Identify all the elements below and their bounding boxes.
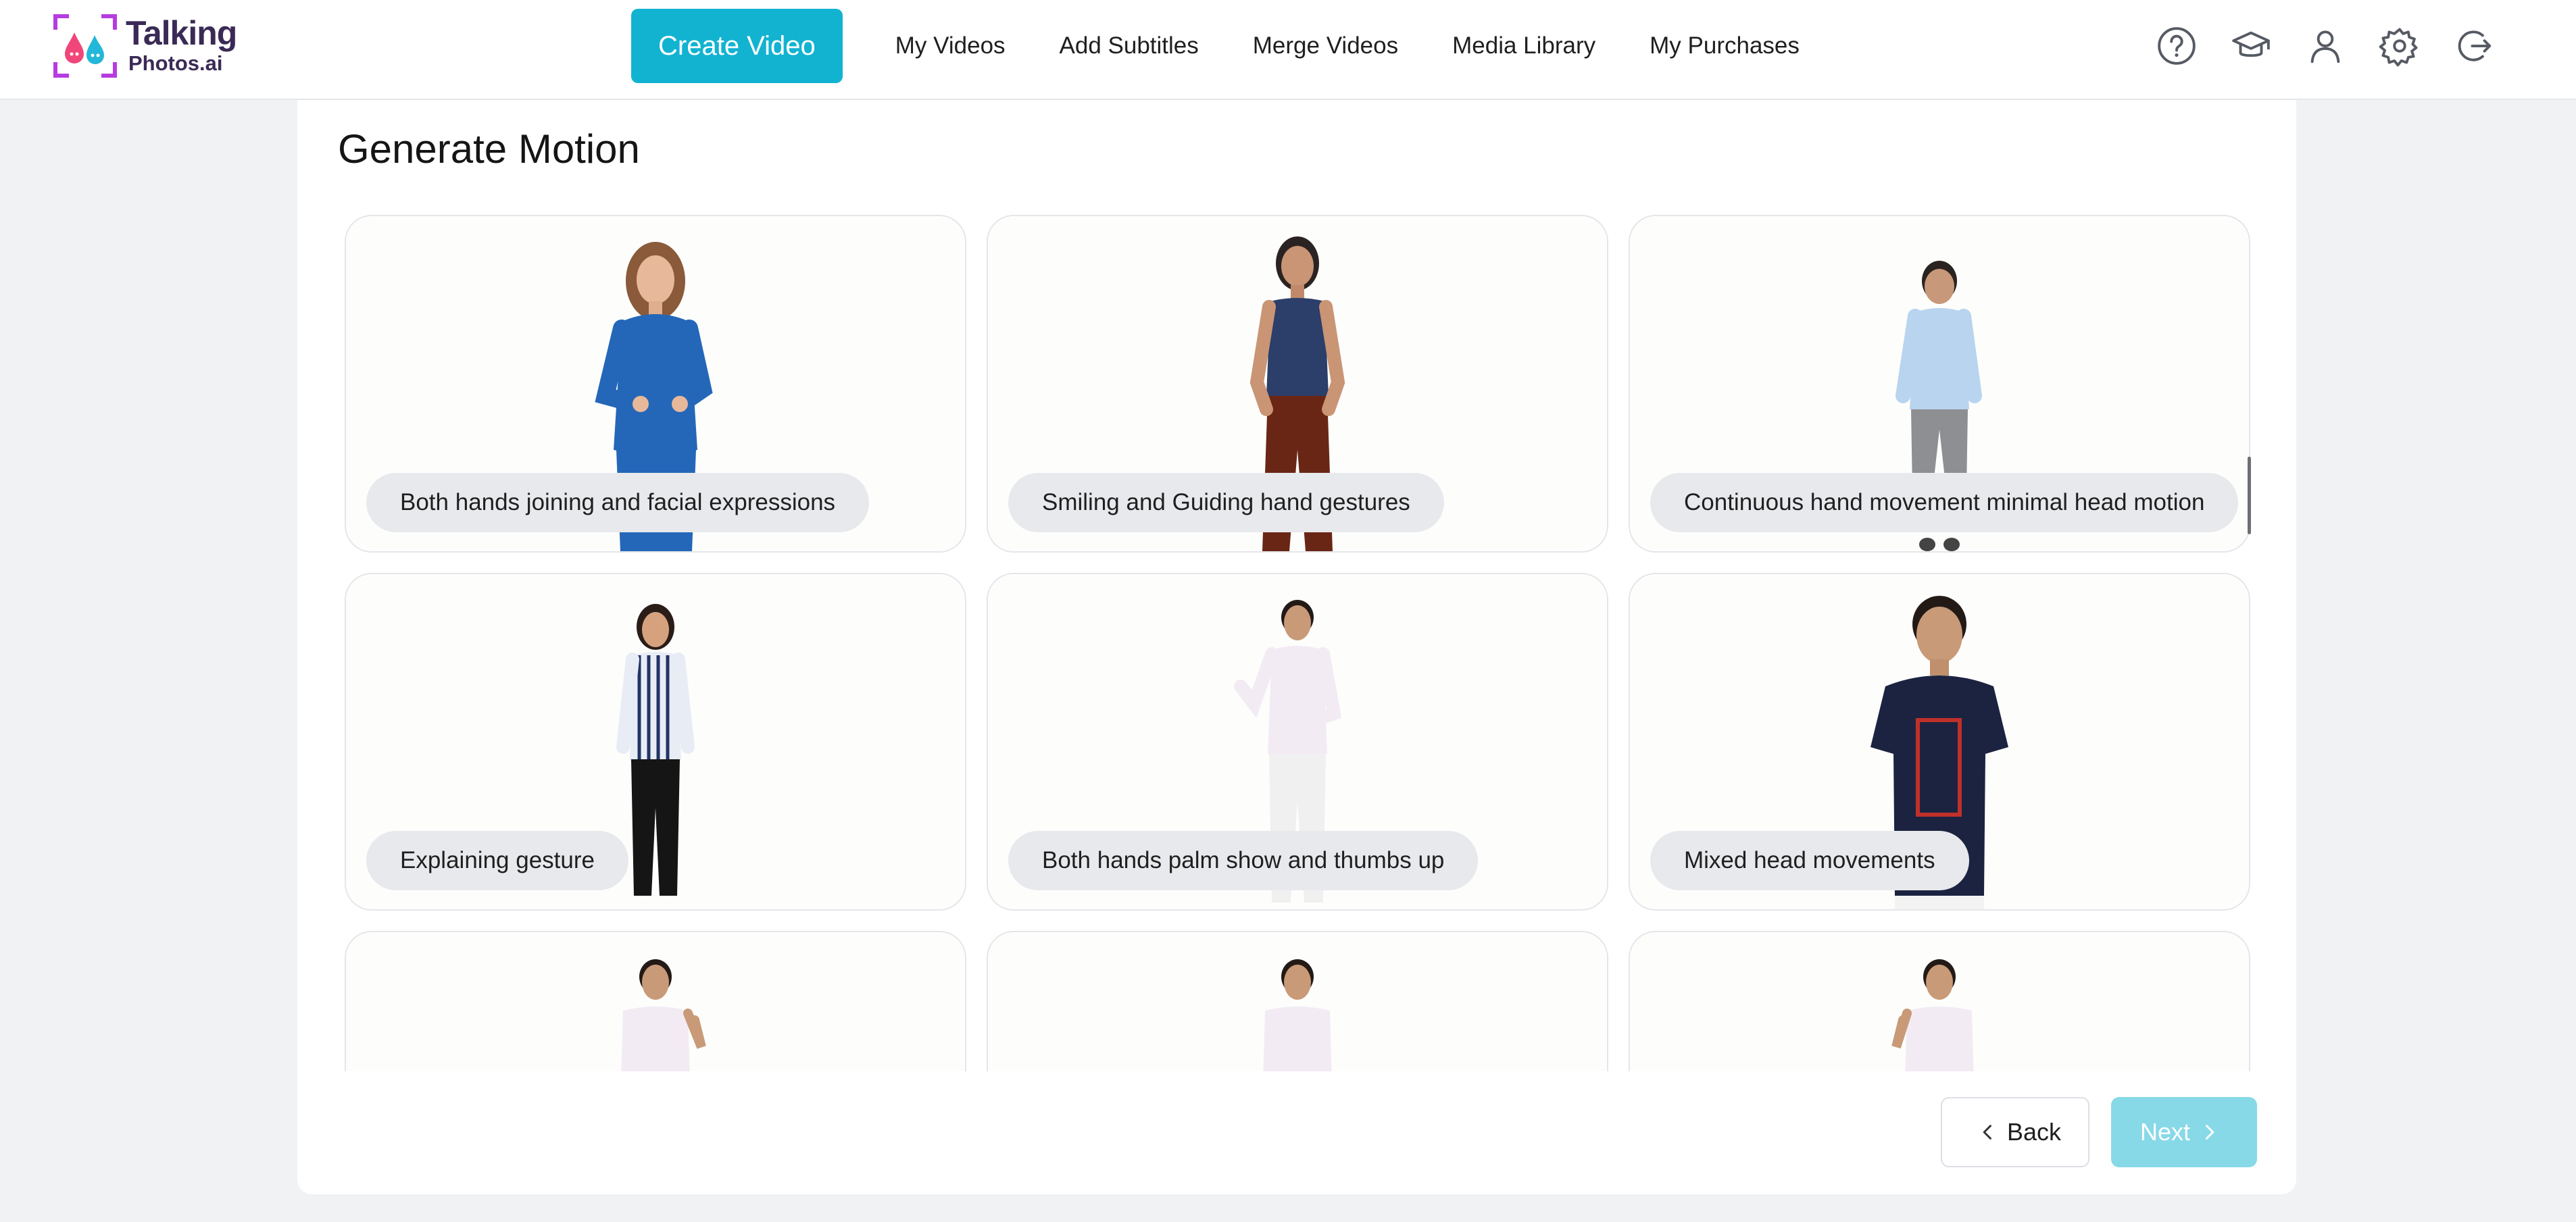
page-title: Generate Motion	[338, 126, 640, 172]
user-icon[interactable]	[2304, 25, 2346, 67]
nav-media-library[interactable]: Media Library	[1452, 32, 1595, 59]
logo-mark-icon	[53, 14, 117, 78]
logo-line-1: Talking	[126, 14, 237, 52]
create-video-button[interactable]: Create Video	[631, 9, 843, 83]
avatar-preview	[547, 946, 764, 1071]
chevron-left-icon	[1983, 1125, 1991, 1140]
grid-scrollbar[interactable]	[2248, 457, 2251, 534]
help-icon[interactable]	[2156, 25, 2198, 67]
avatar-preview	[1831, 946, 2048, 1071]
motion-card[interactable]: Smiling and Guiding hand gestures	[987, 215, 1608, 553]
talkingphotos-logo[interactable]: Talking Photos.ai	[51, 12, 254, 80]
graduation-cap-icon[interactable]	[2230, 25, 2272, 67]
gear-icon[interactable]	[2379, 25, 2421, 67]
back-button-label: Back	[2006, 1118, 2062, 1146]
motion-label: Both hands palm show and thumbs up	[1008, 831, 1479, 890]
back-button[interactable]: Back	[1941, 1097, 2089, 1167]
chevron-right-icon	[2206, 1125, 2214, 1140]
nav-my-purchases[interactable]: My Purchases	[1650, 32, 1800, 59]
motion-label: Both hands joining and facial expression…	[366, 473, 870, 532]
motion-card[interactable]: Both hands joining and facial expression…	[345, 215, 966, 553]
motion-card[interactable]: Continuous hand movement minimal head mo…	[1629, 215, 2250, 553]
motion-card[interactable]	[1629, 931, 2250, 1071]
generate-motion-panel: Generate Motion Both hands joining and f…	[297, 100, 2296, 1194]
motion-card[interactable]: Explaining gesture	[345, 573, 966, 911]
next-button-label: Next	[2139, 1118, 2191, 1146]
header-actions	[2123, 24, 2495, 68]
motion-label: Explaining gesture	[366, 831, 628, 890]
motion-grid-scroll-area[interactable]: Both hands joining and facial expression…	[342, 215, 2254, 1071]
avatar-preview	[1189, 946, 1406, 1071]
motion-card[interactable]: Mixed head movements	[1629, 573, 2250, 911]
next-button[interactable]: Next	[2111, 1097, 2257, 1167]
motion-label: Mixed head movements	[1650, 831, 1969, 890]
motion-card[interactable]	[345, 931, 966, 1071]
motion-card[interactable]: Both hands palm show and thumbs up	[987, 573, 1608, 911]
top-navbar: Talking Photos.ai Create Video My Videos…	[0, 0, 2576, 100]
motion-grid: Both hands joining and facial expression…	[342, 215, 2254, 1071]
motion-label: Continuous hand movement minimal head mo…	[1650, 473, 2239, 532]
nav-add-subtitles[interactable]: Add Subtitles	[1060, 32, 1199, 59]
motion-label: Smiling and Guiding hand gestures	[1008, 473, 1444, 532]
nav-my-videos[interactable]: My Videos	[895, 32, 1006, 59]
logo-line-2: Photos.ai	[128, 51, 223, 75]
motion-card[interactable]	[987, 931, 1608, 1071]
main-nav: Create Video My Videos Add Subtitles Mer…	[631, 9, 1827, 83]
nav-merge-videos[interactable]: Merge Videos	[1253, 32, 1398, 59]
logout-icon[interactable]	[2453, 25, 2495, 67]
logo-text: Talking Photos.ai	[126, 16, 237, 74]
